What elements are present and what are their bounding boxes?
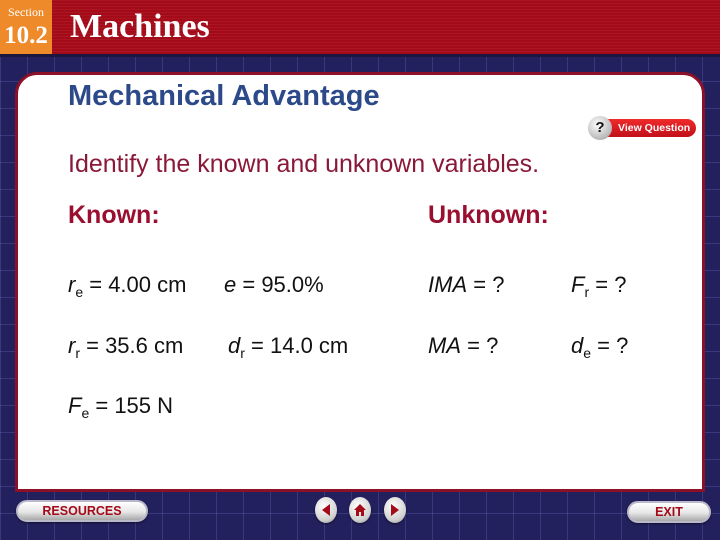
home-icon <box>354 504 366 516</box>
known-efficiency: e = 95.0% <box>224 272 324 297</box>
home-button[interactable] <box>349 497 371 523</box>
unknown-ma: MA = ? <box>428 333 499 358</box>
unknown-de: de = ? <box>571 333 629 361</box>
view-question-button[interactable]: View Question ? <box>588 116 698 140</box>
known-rr: rr = 35.6 cm <box>68 333 184 361</box>
section-label: Section <box>8 5 44 19</box>
section-badge: Section 10.2 <box>0 0 52 54</box>
question-mark-icon: ? <box>588 116 612 140</box>
slide-title: Mechanical Advantage <box>68 80 380 112</box>
previous-button[interactable] <box>315 497 337 523</box>
next-button[interactable] <box>384 497 406 523</box>
known-fe: Fe = 155 N <box>68 393 174 421</box>
section-number: 10.2 <box>4 22 48 49</box>
exit-button[interactable]: EXIT <box>627 501 711 523</box>
known-re: re = 4.00 cm <box>68 272 187 300</box>
resources-button[interactable]: RESOURCES <box>16 500 148 522</box>
unknown-ima: IMA = ? <box>428 272 505 297</box>
unknown-heading: Unknown: <box>428 201 549 229</box>
instruction-text: Identify the known and unknown variables… <box>68 150 540 178</box>
arrow-left-icon <box>322 504 330 516</box>
chapter-title: Machines <box>70 8 210 45</box>
unknown-fr: Fr = ? <box>571 272 627 300</box>
arrow-right-icon <box>391 504 399 516</box>
known-dr: dr = 14.0 cm <box>228 333 349 361</box>
known-heading: Known: <box>68 201 160 229</box>
header-bar: Section 10.2 Machines <box>0 0 720 57</box>
view-question-label: View Question <box>598 119 696 137</box>
